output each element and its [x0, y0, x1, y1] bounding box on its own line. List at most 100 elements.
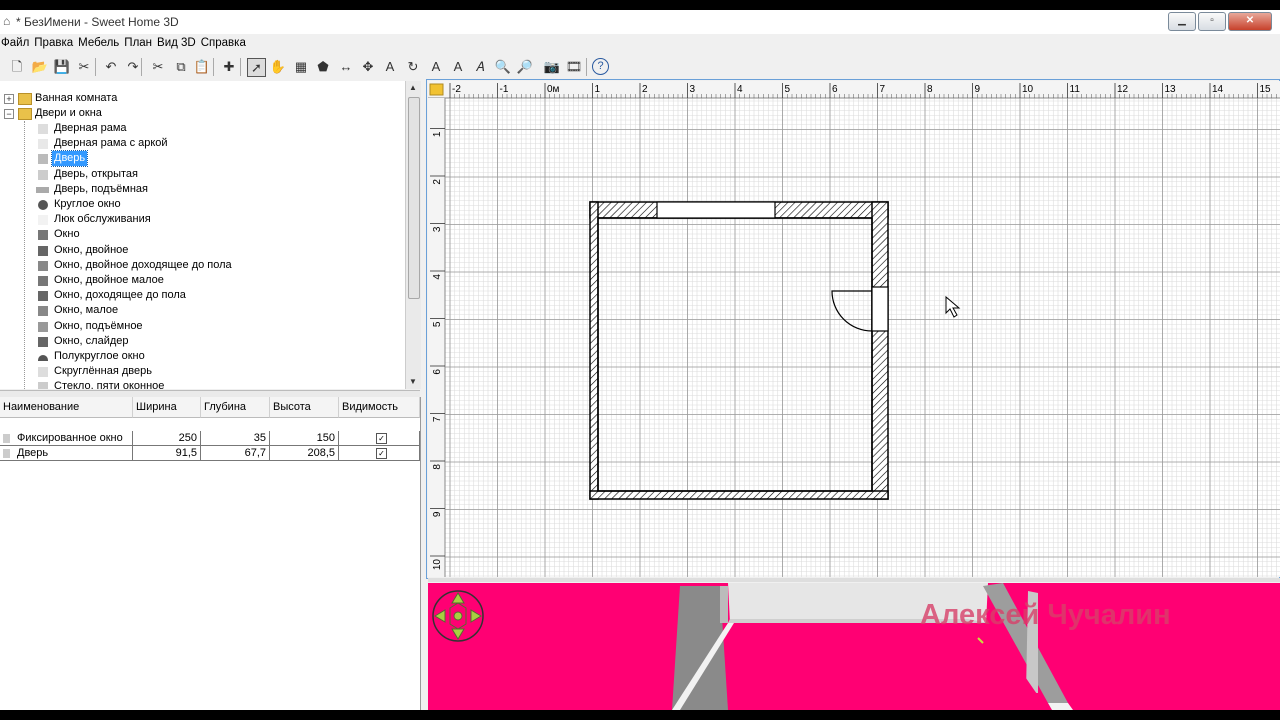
- catalog-item[interactable]: Круглое окно: [54, 197, 121, 212]
- save-icon[interactable]: 💾: [53, 58, 71, 76]
- catalog-item[interactable]: Окно: [54, 227, 80, 242]
- create-dimensions-icon[interactable]: ↔: [337, 58, 355, 76]
- ruler-label-x: 15: [1260, 84, 1272, 95]
- ruler-label-x: 14: [1212, 84, 1224, 95]
- catalog-item[interactable]: Дверь: [50, 150, 89, 168]
- table-cell: ✓: [339, 431, 420, 446]
- menu-file[interactable]: Файл: [0, 35, 32, 53]
- close-button[interactable]: ✕: [1228, 12, 1272, 31]
- catalog-item-icon: [38, 154, 48, 165]
- paste-icon[interactable]: 📋: [193, 58, 211, 76]
- catalog-item[interactable]: Дверная рама: [54, 121, 127, 136]
- catalog-splitter[interactable]: [0, 390, 420, 397]
- ruler-label-x: 8: [927, 84, 933, 95]
- undo-icon[interactable]: ↶: [102, 58, 120, 76]
- expand-toggle-icon[interactable]: +: [4, 94, 14, 104]
- catalog-item-icon: [38, 276, 48, 286]
- ruler-label-x: -1: [500, 84, 509, 95]
- catalog-item[interactable]: Дверь, открытая: [54, 167, 138, 182]
- zoom-in-icon[interactable]: 🔍: [494, 58, 512, 76]
- folder-icon: [18, 93, 32, 105]
- catalog-item-icon: [38, 367, 48, 378]
- catalog-item[interactable]: Окно, двойное доходящее до пола: [54, 258, 232, 273]
- ruler-label-x: 9: [975, 84, 981, 95]
- text-size-icon[interactable]: A: [449, 58, 467, 76]
- ruler-label-x: 6: [832, 84, 838, 95]
- column-header[interactable]: Глубина: [201, 397, 270, 418]
- select-icon[interactable]: ➚: [247, 58, 266, 77]
- plan-canvas[interactable]: -2 -1 0м 1 2 3 4 5 6 7 8 9 10 11 12 13 14 1512345678910: [428, 81, 1280, 577]
- help-icon[interactable]: ?: [592, 58, 609, 75]
- plan-3d-splitter[interactable]: [428, 578, 1280, 582]
- ruler-label-x: 5: [785, 84, 791, 95]
- create-walls-icon[interactable]: ▦: [292, 58, 310, 76]
- column-header[interactable]: Наименование: [0, 397, 133, 418]
- catalog-item[interactable]: Окно, малое: [54, 303, 118, 318]
- ruler-label-x: 13: [1165, 84, 1177, 95]
- catalog-item[interactable]: Дверь, подъёмная: [54, 182, 148, 197]
- table-row[interactable]: Дверь 91,5 67,7 208,5 ✓: [0, 446, 420, 461]
- catalog-scrollbar[interactable]: ▲ ▼: [405, 81, 421, 389]
- catalog-item[interactable]: Окно, двойное: [54, 243, 128, 258]
- catalog-item[interactable]: Окно, доходящее до пола: [54, 288, 186, 303]
- table-row[interactable]: Фиксированное окно 250 35 150 ✓: [0, 431, 420, 446]
- catalog-item[interactable]: Полукруглое окно: [54, 349, 145, 364]
- redo-icon[interactable]: ↷: [124, 58, 142, 76]
- rotate-icon[interactable]: ↻: [404, 58, 422, 76]
- cut-icon[interactable]: ✂: [149, 58, 167, 76]
- copy-icon[interactable]: ⧉: [172, 58, 190, 76]
- ruler-label-y: 3: [432, 226, 443, 232]
- photo-icon[interactable]: 📷: [543, 58, 561, 76]
- add-furniture-icon[interactable]: ✚: [220, 58, 238, 76]
- visibility-checkbox[interactable]: ✓: [376, 448, 387, 459]
- folder-icon: [18, 108, 32, 120]
- catalog-category[interactable]: Двери и окна: [35, 106, 102, 121]
- catalog-item[interactable]: Окно, слайдер: [54, 334, 129, 349]
- catalog-item[interactable]: Окно, двойное малое: [54, 273, 164, 288]
- catalog-item[interactable]: Дверная рама с аркой: [54, 136, 168, 151]
- column-header[interactable]: Ширина: [133, 397, 201, 418]
- catalog-item[interactable]: Люк обслуживания: [54, 212, 151, 227]
- text-style-icon[interactable]: A: [427, 58, 445, 76]
- scroll-up-icon[interactable]: ▲: [409, 83, 417, 92]
- create-labels-icon[interactable]: ✥: [359, 58, 377, 76]
- catalog-category[interactable]: Ванная комната: [35, 91, 117, 106]
- menu-plan[interactable]: План: [123, 35, 155, 53]
- plan-view[interactable]: -2 -1 0м 1 2 3 4 5 6 7 8 9 10 11 12 13 14 15 1 2 3 4 5 6 7 8 9 10: [428, 81, 1280, 577]
- zoom-out-icon[interactable]: 🔎: [516, 58, 534, 76]
- minimize-button[interactable]: ▁: [1168, 12, 1196, 31]
- maximize-button[interactable]: ▫: [1198, 12, 1226, 31]
- catalog-item[interactable]: Скруглённая дверь: [54, 364, 152, 379]
- add-text-icon[interactable]: A: [381, 58, 399, 76]
- create-rooms-icon[interactable]: ⬟: [314, 58, 332, 76]
- table-cell: Дверь: [0, 446, 133, 461]
- open-icon[interactable]: 📂: [31, 58, 49, 76]
- ruler-label-y: 2: [432, 179, 443, 185]
- menu-3d-view[interactable]: Вид 3D: [156, 35, 199, 53]
- new-icon[interactable]: 🗋: [8, 58, 26, 76]
- scroll-thumb[interactable]: [408, 97, 420, 299]
- column-header[interactable]: Высота: [270, 397, 339, 418]
- menu-furniture[interactable]: Мебель: [77, 35, 122, 53]
- scroll-down-icon[interactable]: ▼: [409, 377, 417, 386]
- preferences-icon[interactable]: ✂: [75, 58, 93, 76]
- menu-help[interactable]: Справка: [200, 35, 249, 53]
- watermark-text: Алексей Чучалин: [920, 599, 1171, 631]
- catalog-item-icon: [38, 215, 48, 226]
- menu-edit[interactable]: Правка: [33, 35, 76, 53]
- ruler-label-x: 1: [595, 84, 601, 95]
- column-header[interactable]: Видимость: [339, 397, 420, 418]
- pan-icon[interactable]: ✋: [269, 58, 287, 76]
- expand-toggle-icon[interactable]: −: [4, 109, 14, 119]
- table-cell: 250: [133, 431, 201, 446]
- italic-icon[interactable]: 𝐴: [471, 58, 489, 76]
- catalog-item[interactable]: Окно, подъёмное: [54, 319, 143, 334]
- ruler-label-y: 10: [432, 559, 443, 571]
- navigation-arrows-icon[interactable]: [432, 590, 484, 642]
- catalog-item[interactable]: Стекло, пяти оконное: [54, 379, 164, 389]
- ruler-label-x: 4: [737, 84, 743, 95]
- video-icon[interactable]: 🎞: [565, 58, 583, 76]
- table-cell: Фиксированное окно: [0, 431, 133, 446]
- visibility-checkbox[interactable]: ✓: [376, 433, 387, 444]
- window-opening[interactable]: [656, 201, 776, 219]
